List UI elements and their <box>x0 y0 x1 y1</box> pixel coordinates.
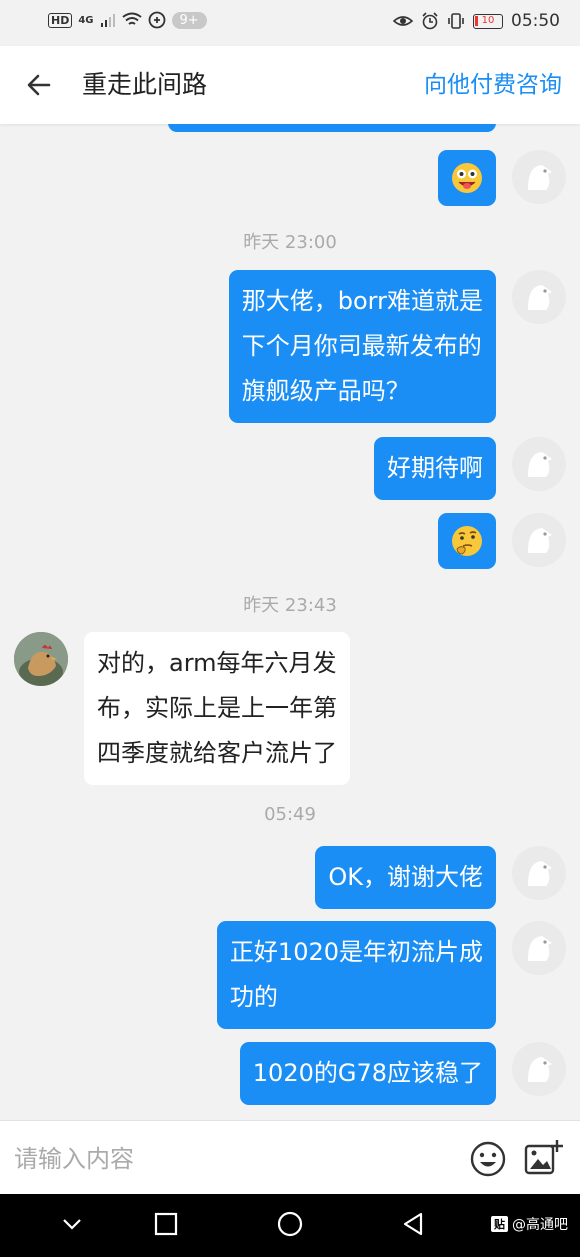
message-timestamp: 05:49 <box>264 804 316 825</box>
message-text: 好期待啊 <box>387 454 483 482</box>
message-bubble-out[interactable]: 1020的G78应该稳了 <box>239 1042 496 1105</box>
avatar-me[interactable] <box>512 437 566 491</box>
message-text: 那大佬，borr难道就是 <box>241 287 483 315</box>
message-text: 对的，arm每年六月发 <box>97 649 337 677</box>
nav-back-icon[interactable] <box>399 1210 427 1238</box>
message-bubble-out[interactable]: OK，谢谢大佬 <box>315 846 496 909</box>
default-avatar-icon <box>512 270 566 324</box>
avatar-me[interactable] <box>512 1042 566 1096</box>
rooster-avatar-icon <box>14 632 68 686</box>
notification-badge: 9+ <box>171 11 207 29</box>
tieba-logo: 贴 <box>491 1216 508 1232</box>
nav-recent-icon[interactable] <box>152 1210 180 1238</box>
signal-icon <box>100 14 115 27</box>
message-timestamp: 昨天 23:00 <box>243 232 337 253</box>
sticker-bubble <box>438 150 496 206</box>
message-timestamp: 昨天 23:43 <box>243 595 337 616</box>
message-bubble-out[interactable]: 好期待啊 <box>374 437 496 500</box>
hd-icon: HD <box>48 12 73 28</box>
eye-icon <box>393 16 413 26</box>
data-saver-icon <box>148 11 165 29</box>
message-text: 1020的G78应该稳了 <box>252 1059 483 1087</box>
avatar-me[interactable] <box>512 513 566 567</box>
default-avatar-icon <box>512 150 566 204</box>
avatar-me[interactable] <box>512 150 566 204</box>
message-input[interactable] <box>14 1141 454 1177</box>
message-text: OK，谢谢大佬 <box>328 863 483 891</box>
avatar-me[interactable] <box>512 846 566 900</box>
message-text: 正好1020是年初流片成 <box>229 938 483 966</box>
watermark-text: @高通吧 <box>512 1217 568 1233</box>
default-avatar-icon <box>512 437 566 491</box>
message-text: 四季度就给客户流片了 <box>97 739 337 767</box>
nav-down-icon[interactable] <box>58 1210 86 1238</box>
message-text: 布，实际上是上一年第 <box>97 694 337 722</box>
thinking-face-icon <box>452 526 482 556</box>
paid-consult-button[interactable]: 向他付费咨询 <box>424 68 562 102</box>
input-bar <box>0 1120 580 1194</box>
watermark: 贴 @高通吧 <box>491 1214 568 1234</box>
system-nav-bar: 贴 @高通吧 <box>0 1194 580 1257</box>
default-avatar-icon <box>512 921 566 975</box>
network-label: 4G <box>78 14 94 26</box>
back-arrow-icon[interactable] <box>22 68 56 102</box>
message-bubble-out[interactable]: 正好1020是年初流片成 功的 <box>216 921 496 1029</box>
message-bubble-partial <box>168 124 496 132</box>
status-time: 05:50 <box>511 11 560 31</box>
default-avatar-icon <box>512 1042 566 1096</box>
sticker-bubble <box>438 513 496 569</box>
message-text: 下个月你司最新发布的 <box>241 332 482 360</box>
battery-icon: 10 <box>473 13 503 29</box>
message-bubble-out[interactable]: 那大佬，borr难道就是 下个月你司最新发布的 旗舰级产品吗？ <box>228 270 496 423</box>
chat-area[interactable]: 昨天 23:00 那大佬，borr难道就是 下个月你司最新发布的 旗舰级产品吗？… <box>0 124 580 1120</box>
avatar-me[interactable] <box>512 921 566 975</box>
message-text: 旗舰级产品吗？ <box>241 377 410 405</box>
wifi-icon <box>121 12 142 25</box>
nav-bar: 重走此间路 向他付费咨询 <box>0 46 580 124</box>
message-bubble-in[interactable]: 对的，arm每年六月发 布，实际上是上一年第 四季度就给客户流片了 <box>84 632 350 785</box>
drooling-face-icon <box>452 163 482 193</box>
default-avatar-icon <box>512 846 566 900</box>
avatar-me[interactable] <box>512 270 566 324</box>
alarm-icon <box>422 12 438 30</box>
status-bar: HD 4G 9+ 10 05:50 <box>0 0 580 46</box>
emoji-icon[interactable] <box>470 1141 506 1177</box>
page-title: 重走此间路 <box>82 70 208 99</box>
default-avatar-icon <box>512 513 566 567</box>
avatar-other[interactable] <box>14 632 68 686</box>
add-image-icon[interactable] <box>523 1137 563 1177</box>
nav-home-icon[interactable] <box>276 1210 304 1238</box>
vibrate-icon <box>448 13 464 29</box>
message-text: 功的 <box>229 983 278 1011</box>
